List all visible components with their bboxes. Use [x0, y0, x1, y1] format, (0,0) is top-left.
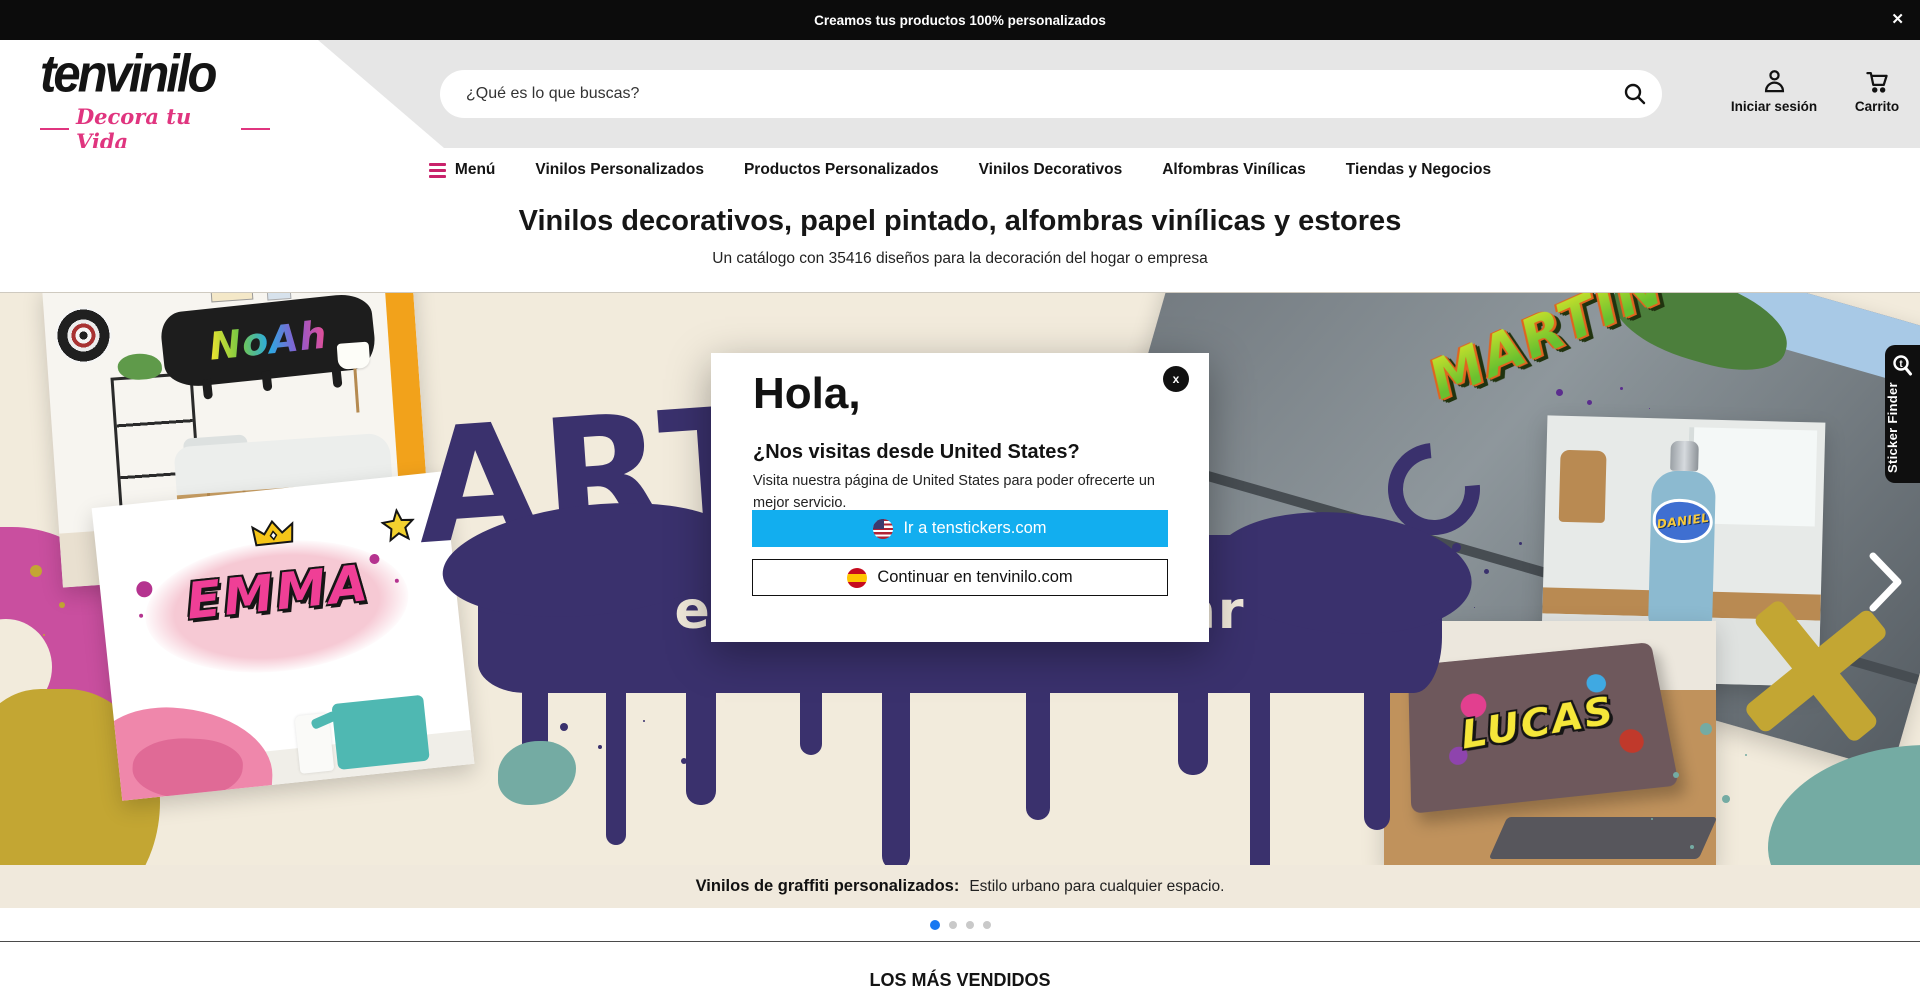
modal-title: Hola, [753, 369, 861, 419]
go-to-tenstickers-button[interactable]: Ir a tenstickers.com [752, 510, 1168, 547]
page-subtitle: Un catálogo con 35416 diseños para la de… [0, 250, 1920, 268]
logo-link[interactable]: tenvinilo Decora tu Vida [40, 46, 270, 154]
navy-splatter [560, 723, 568, 731]
nav-item-vinilos-decorativos[interactable]: Vinilos Decorativos [979, 161, 1123, 179]
paint-drip [1250, 655, 1270, 865]
star-icon [379, 507, 416, 544]
carousel-dot-4[interactable] [983, 921, 991, 929]
modal-question: ¿Nos visitas desde United States? [753, 441, 1080, 464]
bottle-body-shape [1648, 470, 1716, 632]
paint-drip [800, 655, 822, 755]
laptop-keyboard-shape [1489, 817, 1716, 859]
mustard-splatter [30, 565, 42, 577]
paint-drip [606, 655, 626, 845]
hamburger-icon [429, 163, 446, 178]
paint-drip [1026, 655, 1050, 820]
sticker-finder-label: Sticker Finder [1885, 379, 1920, 477]
modal-close-button[interactable]: x [1163, 366, 1189, 392]
navy-splatter [1452, 543, 1461, 552]
country-redirect-modal: x Hola, ¿Nos visitas desde United States… [711, 353, 1209, 642]
dartboard-shape [54, 306, 114, 366]
us-flag-icon [873, 519, 893, 539]
announcement-bar: Creamos tus productos 100% personalizado… [0, 0, 1920, 40]
secondary-button-label: Continuar en tenvinilo.com [877, 568, 1072, 587]
logo-slogan: Decora tu Vida [40, 104, 270, 154]
lamp-shape [337, 342, 371, 370]
search-icon [1623, 82, 1647, 106]
crown-icon [250, 517, 297, 549]
paint-drip [1178, 655, 1208, 775]
menu-button[interactable]: Menú [429, 161, 495, 179]
teal-paint-blob [1768, 745, 1920, 865]
nav-item-tiendas-negocios[interactable]: Tiendas y Negocios [1346, 161, 1491, 179]
caption-title: Vinilos de graffiti personalizados: [696, 877, 960, 896]
announcement-close-icon[interactable]: ✕ [1891, 9, 1904, 31]
page-title: Vinilos decorativos, papel pintado, alfo… [0, 205, 1920, 238]
nav-item-alfombras-vinilicas[interactable]: Alfombras Vinílicas [1162, 161, 1306, 179]
primary-button-label: Ir a tenstickers.com [903, 519, 1046, 538]
spain-flag-icon [847, 568, 867, 588]
caption-subtitle: Estilo urbano para cualquier espacio. [969, 878, 1224, 896]
carousel-dot-1[interactable] [930, 920, 940, 930]
announcement-text: Creamos tus productos 100% personalizado… [814, 13, 1106, 28]
nav-item-vinilos-personalizados[interactable]: Vinilos Personalizados [535, 161, 704, 179]
lamp-leg-shape [353, 369, 359, 413]
header: tenvinilo Decora tu Vida Iniciar sesión … [0, 40, 1920, 148]
page: Creamos tus productos 100% personalizado… [0, 0, 1920, 993]
paint-drip [882, 655, 910, 865]
carousel-dots [0, 908, 1920, 942]
best-sellers-heading: LOS MÁS VENDIDOS [0, 970, 1920, 991]
carousel-caption: Vinilos de graffiti personalizados: Esti… [0, 865, 1920, 908]
chevron-right-icon [1868, 551, 1904, 613]
sticker-finder-magnifier-icon: t [1892, 354, 1913, 377]
menu-label: Menú [455, 161, 495, 179]
nav-item-productos-personalizados[interactable]: Productos Personalizados [744, 161, 939, 179]
main-nav: Menú Vinilos Personalizados Productos Pe… [0, 148, 1920, 192]
noah-graffiti-decal: NoAh [159, 292, 378, 389]
paint-drip [686, 655, 716, 805]
cutting-board-shape [1559, 450, 1607, 523]
search-bar [440, 70, 1662, 118]
user-icon [1761, 68, 1788, 95]
search-input[interactable] [440, 85, 1612, 103]
cart-icon [1863, 68, 1891, 95]
carousel-dot-2[interactable] [949, 921, 957, 929]
carousel-dot-3[interactable] [966, 921, 974, 929]
search-button[interactable] [1612, 71, 1658, 117]
purple-splatter [1556, 389, 1563, 396]
stay-on-tenvinilo-button[interactable]: Continuar en tenvinilo.com [752, 559, 1168, 596]
plant-shape [117, 352, 163, 381]
carousel-next-button[interactable] [1868, 551, 1904, 618]
sticker-finder-tab[interactable]: t Sticker Finder [1885, 345, 1920, 483]
noah-graffiti-text: NoAh [207, 313, 329, 369]
daniel-graffiti-text: DANIEL [1656, 511, 1710, 532]
teal-splatter [1700, 723, 1712, 735]
cart-button[interactable]: Carrito [1838, 68, 1916, 114]
login-label: Iniciar sesión [1731, 99, 1817, 114]
cart-label: Carrito [1855, 99, 1899, 114]
logo-brand-text: tenvinilo [40, 44, 270, 104]
emma-photo: EMMA [92, 471, 475, 800]
teal-can-shape [331, 695, 429, 770]
bottle-cap-shape [1670, 441, 1699, 472]
modal-body-text: Visita nuestra página de United States p… [753, 471, 1173, 515]
paint-drip [1364, 655, 1390, 830]
wall-poster: MY RULES [210, 292, 254, 302]
login-button[interactable]: Iniciar sesión [1714, 68, 1834, 114]
teal-small-blob [498, 741, 576, 805]
laptop-lid: LUCAS [1408, 642, 1679, 814]
